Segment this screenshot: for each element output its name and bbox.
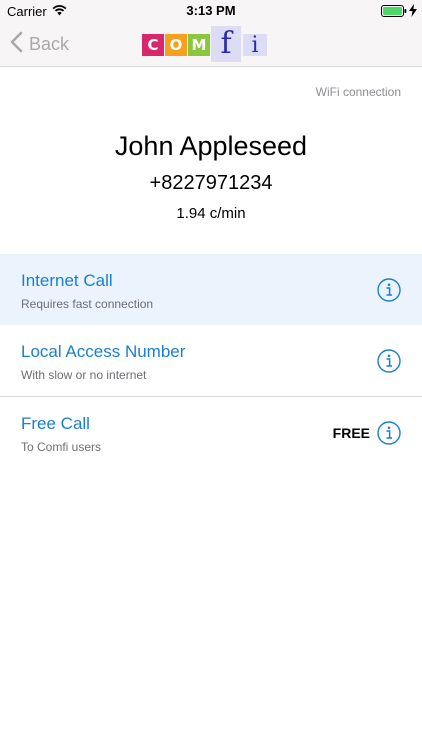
option-title: Internet Call xyxy=(21,271,113,290)
logo-letter-c: C xyxy=(142,34,164,56)
contact-name: John Appleseed xyxy=(114,131,308,161)
option-title: Free Call xyxy=(21,414,90,433)
free-badge: FREE xyxy=(332,425,370,441)
call-rate: 1.94 c/min xyxy=(176,205,246,222)
option-subtitle: To Comfi users xyxy=(21,440,102,454)
info-icon[interactable] xyxy=(377,349,401,378)
contact-number: +8227971234 xyxy=(149,172,273,194)
comfi-logo: C O M f i xyxy=(142,26,267,62)
option-local-access-number[interactable]: Local Access Number With slow or no inte… xyxy=(0,325,422,396)
option-subtitle: Requires fast connection xyxy=(21,297,154,311)
charging-icon xyxy=(409,4,417,20)
back-label: Back xyxy=(29,33,70,54)
logo-letter-m: M xyxy=(188,34,210,56)
logo-letter-i: i xyxy=(243,33,267,58)
info-icon[interactable] xyxy=(377,278,401,307)
battery-icon xyxy=(381,5,407,20)
connection-type-label: WiFi connection xyxy=(315,85,401,99)
option-subtitle: With slow or no internet xyxy=(21,368,147,382)
logo-letter-o: O xyxy=(165,34,187,56)
status-time: 3:13 PM xyxy=(186,3,236,18)
option-free-call[interactable]: Free Call To Comfi users FREE xyxy=(0,397,422,468)
option-title: Local Access Number xyxy=(21,342,186,361)
info-icon[interactable] xyxy=(377,421,401,450)
back-button[interactable]: Back xyxy=(10,31,69,57)
logo-letter-f: f xyxy=(211,26,241,62)
chevron-left-icon xyxy=(10,31,29,58)
option-internet-call[interactable]: Internet Call Requires fast connection xyxy=(0,254,422,325)
nav-bar: Back C O M f i xyxy=(0,22,422,67)
status-bar: Carrier 3:13 PM xyxy=(0,0,422,22)
